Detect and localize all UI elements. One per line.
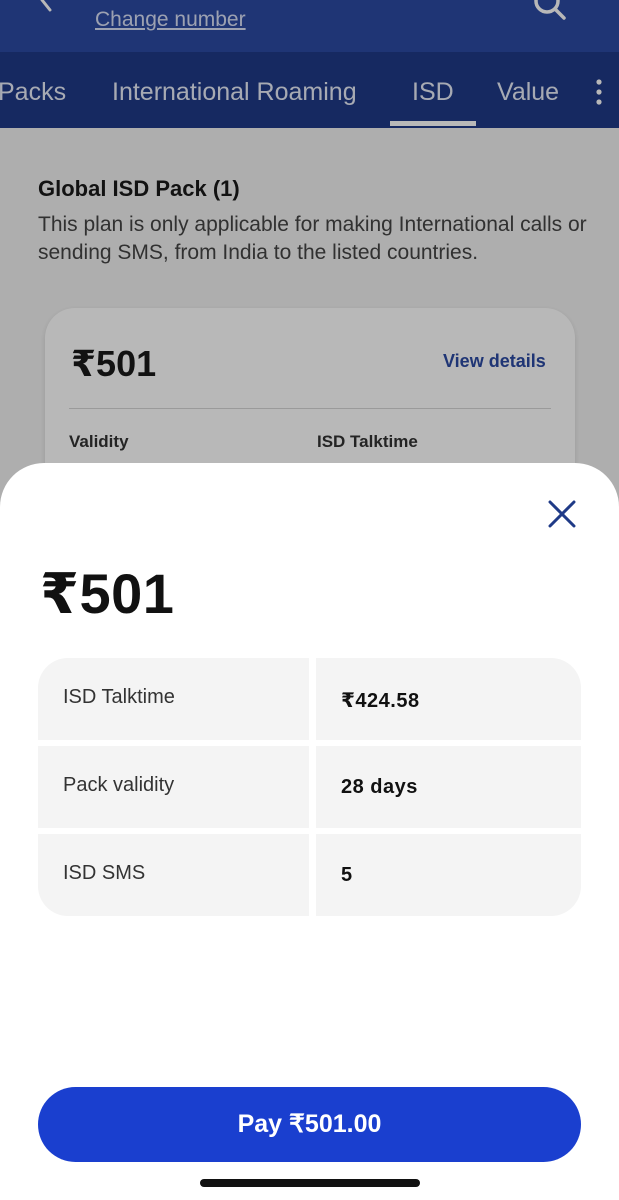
close-icon[interactable] — [547, 499, 577, 529]
detail-row-talktime: ISD Talktime ₹424.58 — [38, 658, 581, 740]
pay-button[interactable]: Pay ₹501.00 — [38, 1087, 581, 1162]
home-indicator[interactable] — [200, 1179, 420, 1187]
detail-row-validity: Pack validity 28 days — [38, 746, 581, 828]
detail-label: ISD Talktime — [38, 658, 309, 740]
detail-value: 28 days — [316, 746, 581, 828]
detail-label: ISD SMS — [38, 834, 309, 916]
detail-value: ₹424.58 — [316, 658, 581, 740]
detail-row-sms: ISD SMS 5 — [38, 834, 581, 916]
sheet-price: ₹501 — [40, 562, 175, 625]
detail-label: Pack validity — [38, 746, 309, 828]
detail-value: 5 — [316, 834, 581, 916]
plan-details-sheet: ₹501 ISD Talktime ₹424.58 Pack validity … — [0, 463, 619, 1200]
pack-details-table: ISD Talktime ₹424.58 Pack validity 28 da… — [38, 658, 581, 916]
